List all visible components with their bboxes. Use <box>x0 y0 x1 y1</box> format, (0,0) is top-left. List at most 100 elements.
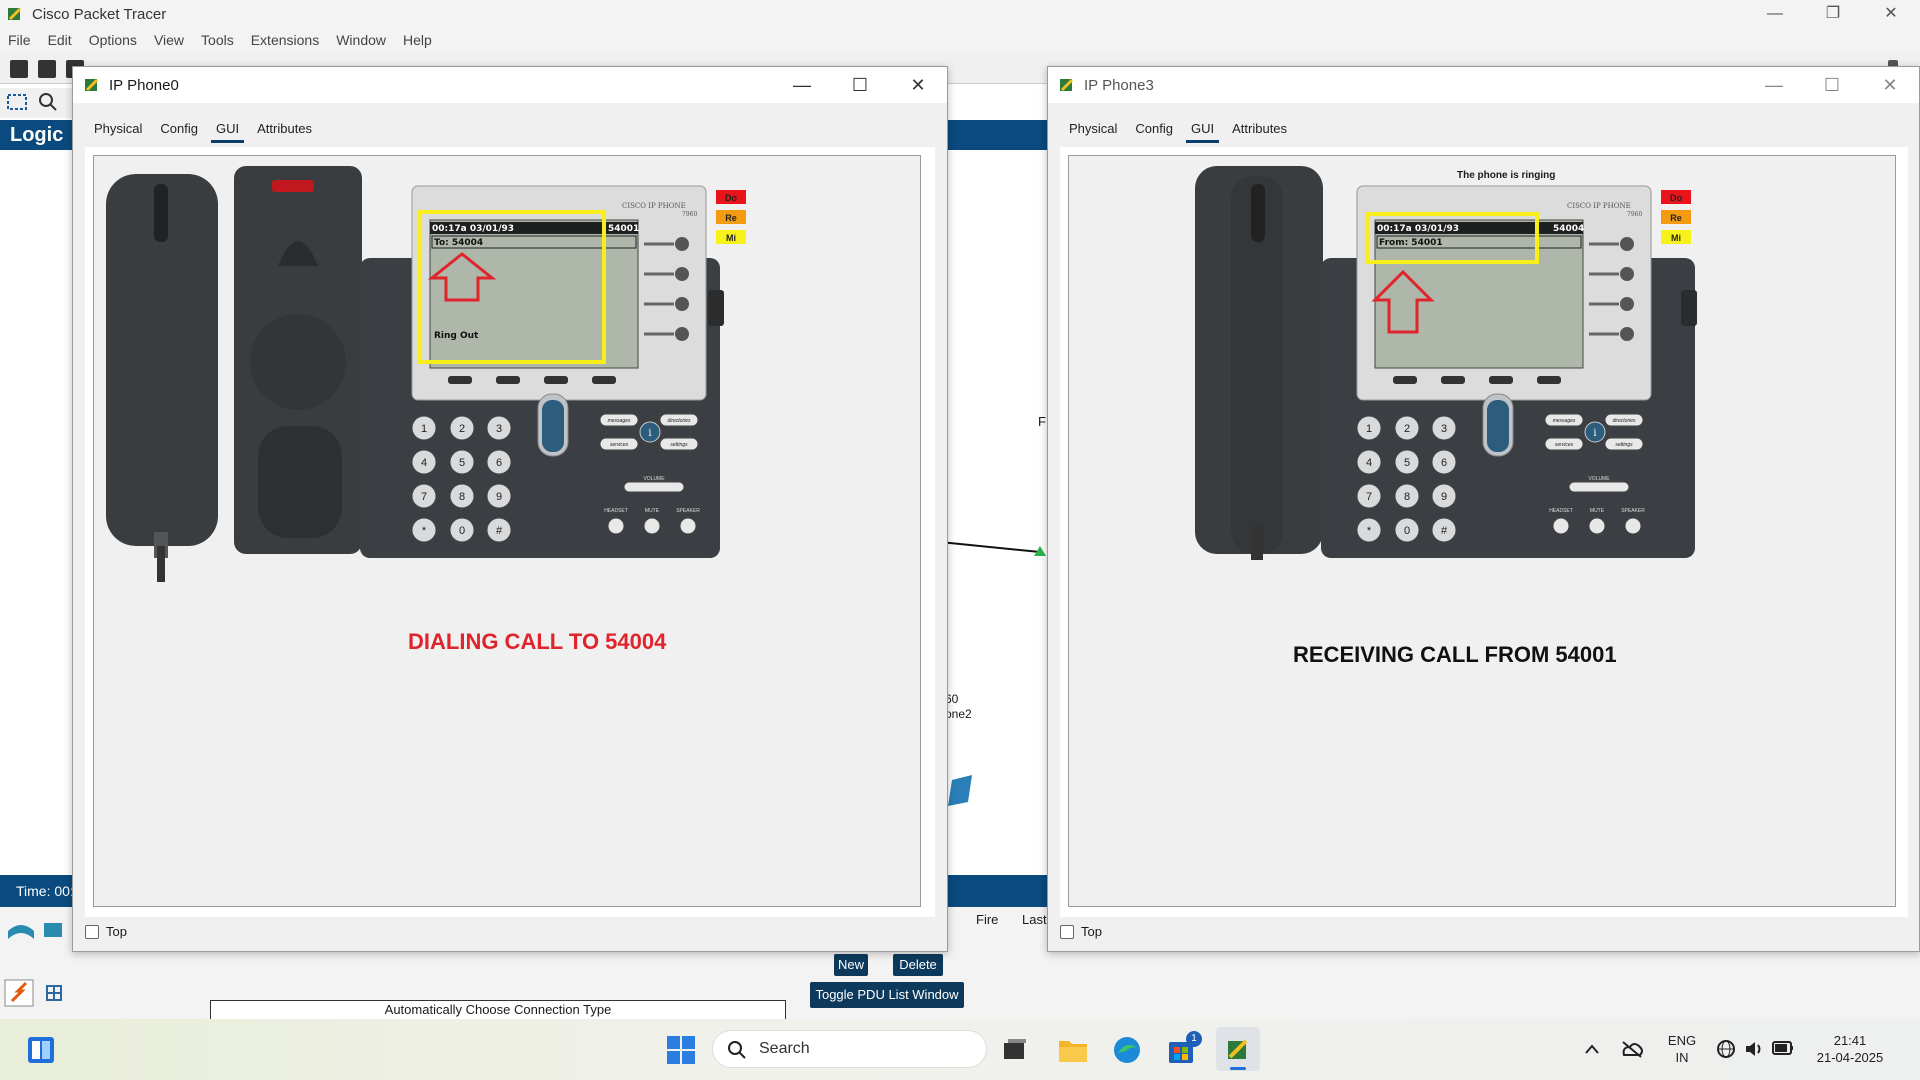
close-icon[interactable]: ✕ <box>1862 0 1920 28</box>
network-devices-icon[interactable] <box>6 917 36 943</box>
new-pdu-button[interactable]: New <box>834 954 868 976</box>
battery-icon[interactable] <box>1772 1041 1794 1055</box>
edge-browser-icon[interactable] <box>1112 1035 1142 1065</box>
menu-options[interactable]: Options <box>89 32 137 48</box>
key-5: 5 <box>1404 457 1410 469</box>
key-6: 6 <box>496 457 502 469</box>
search-icon <box>728 1041 746 1059</box>
menu-extensions[interactable]: Extensions <box>251 32 319 48</box>
fire-column-header: Fire <box>976 912 999 927</box>
minimize-icon[interactable]: — <box>1745 67 1803 103</box>
screen-datetime: 00:17a 03/01/93 <box>432 224 514 234</box>
tab-config[interactable]: Config <box>1126 115 1182 145</box>
tab-physical[interactable]: Physical <box>1060 115 1126 145</box>
menu-file[interactable]: File <box>8 32 31 48</box>
key-9: 9 <box>496 491 502 503</box>
maximize-icon[interactable]: ☐ <box>831 67 889 103</box>
language-indicator[interactable]: ENG IN <box>1664 1032 1700 1066</box>
logical-tab-label: Logic <box>10 124 64 146</box>
chevron-up-icon[interactable] <box>1584 1043 1600 1055</box>
minimize-icon[interactable]: — <box>1746 0 1804 28</box>
dialog-tabs: Physical Config GUI Attributes <box>85 115 321 145</box>
windows-start-icon[interactable] <box>666 1035 696 1065</box>
key-6: 6 <box>1441 457 1447 469</box>
packet-tracer-icon <box>85 78 99 92</box>
open-file-icon[interactable] <box>38 60 56 78</box>
top-checkbox[interactable]: Top <box>1060 924 1102 939</box>
maximize-icon[interactable]: ☐ <box>1803 67 1861 103</box>
speaker-label: SPEAKER <box>676 508 700 514</box>
volume-label: VOLUME <box>643 476 665 482</box>
key-1: 1 <box>421 423 427 435</box>
tab-config[interactable]: Config <box>151 115 207 145</box>
key-0: 0 <box>459 525 465 537</box>
key-2: 2 <box>1404 423 1410 435</box>
volume-icon[interactable] <box>1744 1039 1764 1059</box>
menu-bar: File Edit Options View Tools Extensions … <box>0 28 1920 52</box>
tab-gui[interactable]: GUI <box>207 115 248 145</box>
lang-bottom: IN <box>1675 1050 1689 1065</box>
task-view-icon[interactable] <box>1002 1037 1028 1063</box>
packet-tracer-taskbar-button[interactable] <box>1216 1027 1260 1071</box>
end-devices-icon[interactable] <box>40 919 68 943</box>
checkbox-icon[interactable] <box>85 924 99 939</box>
connections-icon[interactable] <box>4 979 34 1007</box>
speaker-label: SPEAKER <box>1621 508 1645 514</box>
side-label-mi: Mi <box>1671 233 1681 243</box>
file-explorer-icon[interactable] <box>1058 1035 1088 1063</box>
key-3: 3 <box>1441 423 1447 435</box>
settings-label: settings <box>1615 442 1633 448</box>
menu-window[interactable]: Window <box>336 32 386 48</box>
menu-help[interactable]: Help <box>403 32 432 48</box>
taskbar: Search 1 ENG IN 21:41 21-04-2025 <box>0 1019 1920 1080</box>
logical-tab[interactable]: Logic <box>0 120 75 150</box>
tab-attributes[interactable]: Attributes <box>248 115 321 145</box>
tab-attributes[interactable]: Attributes <box>1223 115 1296 145</box>
toggle-pdu-list-button[interactable]: Toggle PDU List Window <box>810 982 964 1008</box>
menu-tools[interactable]: Tools <box>201 32 234 48</box>
cloud-offline-icon[interactable] <box>1620 1039 1644 1059</box>
close-icon[interactable]: ✕ <box>889 67 947 103</box>
menu-view[interactable]: View <box>154 32 184 48</box>
tab-physical[interactable]: Physical <box>85 115 151 145</box>
services-label: services <box>610 442 629 448</box>
key-7: 7 <box>421 491 427 503</box>
widgets-icon[interactable] <box>26 1035 56 1065</box>
key-4: 4 <box>421 457 427 469</box>
close-icon[interactable]: ✕ <box>1861 67 1919 103</box>
key-hash: # <box>496 525 503 537</box>
dialing-caption: DIALING CALL TO 54004 <box>408 629 666 655</box>
volume-rocker <box>623 481 685 493</box>
minimize-icon[interactable]: — <box>773 67 831 103</box>
menu-edit[interactable]: Edit <box>48 32 72 48</box>
phone-gui-area: The phone is ringing CISCO IP PHONE 7960 <box>1068 155 1896 907</box>
dialog-titlebar: IP Phone3 — ☐ ✕ <box>1048 67 1919 103</box>
key-9: 9 <box>1441 491 1447 503</box>
restore-icon[interactable]: ❐ <box>1804 0 1862 28</box>
search-placeholder: Search <box>759 1040 810 1057</box>
key-0: 0 <box>1404 525 1410 537</box>
ip-phone-graphic: CISCO IP PHONE 7960 1 2 3 4 5 6 7 8 9 * … <box>1195 166 1697 560</box>
dialog-titlebar: IP Phone0 — ☐ ✕ <box>73 67 947 103</box>
side-label-do: Do <box>725 193 737 203</box>
workspace-header-strip <box>946 120 1050 150</box>
lang-top: ENG <box>1667 1033 1697 1048</box>
top-checkbox[interactable]: Top <box>85 924 127 939</box>
select-icon[interactable] <box>6 92 28 112</box>
search-box[interactable]: Search <box>712 1030 987 1068</box>
new-file-icon[interactable] <box>10 60 28 78</box>
tab-gui[interactable]: GUI <box>1182 115 1223 145</box>
grid-icon[interactable] <box>46 985 62 1001</box>
zoom-icon[interactable] <box>38 92 58 112</box>
packet-tracer-icon <box>1228 1039 1248 1059</box>
checkbox-icon[interactable] <box>1060 924 1074 939</box>
side-label-re: Re <box>1670 213 1682 223</box>
delete-pdu-button[interactable]: Delete <box>893 954 943 976</box>
settings-label: settings <box>670 442 688 448</box>
brand-label: CISCO IP PHONE <box>1567 202 1631 210</box>
receiving-caption: RECEIVING CALL FROM 54001 <box>1293 642 1617 668</box>
clock[interactable]: 21:41 21-04-2025 <box>1808 1032 1892 1066</box>
network-globe-icon[interactable] <box>1716 1039 1736 1059</box>
tab-body: CISCO IP PHONE 7960 1 2 3 4 5 6 7 8 9 * … <box>85 147 935 917</box>
top-checkbox-label: Top <box>1081 924 1102 939</box>
